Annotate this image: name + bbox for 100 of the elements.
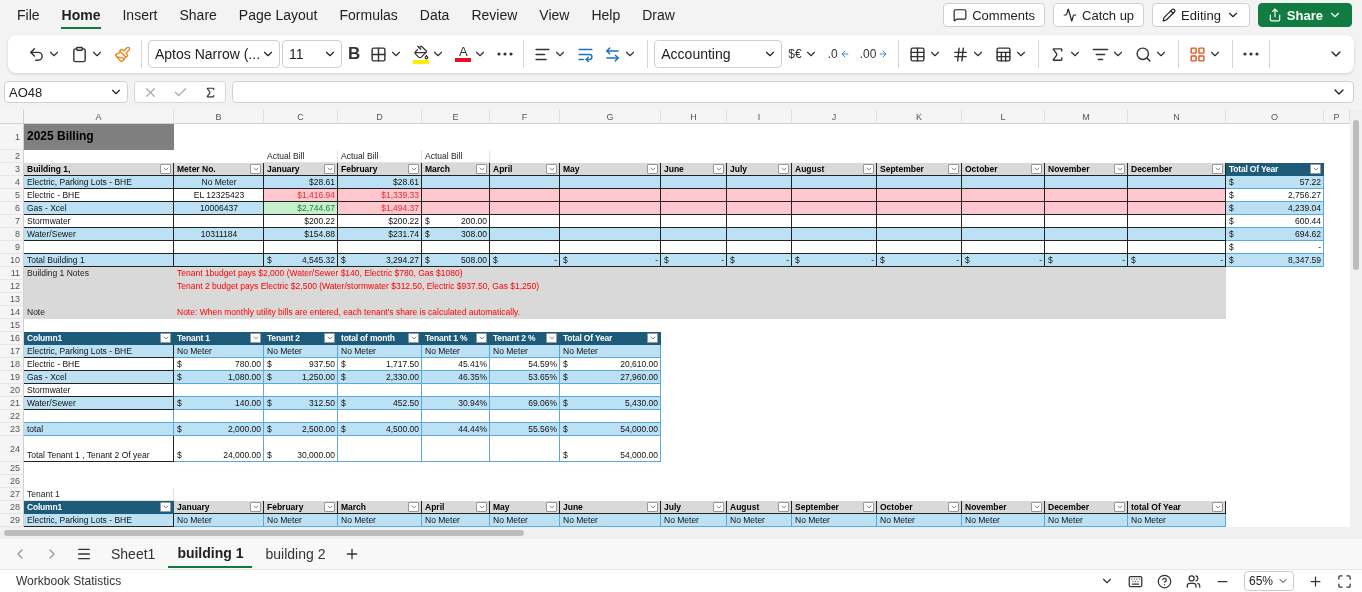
filter-button[interactable] <box>948 501 959 512</box>
row-number[interactable]: 17 <box>0 345 24 358</box>
filter-button[interactable] <box>476 501 487 512</box>
filter-button[interactable] <box>160 332 171 343</box>
filter-button[interactable] <box>408 501 419 512</box>
column-letter[interactable]: M <box>1045 110 1128 124</box>
bold-button[interactable]: B <box>344 40 365 68</box>
row-number[interactable]: 26 <box>0 475 24 488</box>
row-number[interactable]: 16 <box>0 332 24 345</box>
filter-button[interactable] <box>863 163 874 174</box>
column-letter[interactable]: B <box>174 110 264 124</box>
filter-button[interactable] <box>476 163 487 174</box>
share-button[interactable]: Share <box>1257 3 1352 27</box>
currency-button[interactable]: $€ <box>784 40 822 68</box>
column-letter[interactable]: L <box>962 110 1045 124</box>
column-letter[interactable]: I <box>727 110 792 124</box>
row-number[interactable]: 23 <box>0 423 24 436</box>
fullscreen-icon[interactable] <box>1337 573 1352 589</box>
formula-input[interactable] <box>232 81 1354 103</box>
column-letter[interactable]: J <box>792 110 877 124</box>
sheet-tab[interactable]: Sheet1 <box>102 540 165 568</box>
row-number[interactable]: 18 <box>0 358 24 371</box>
column-letter[interactable]: O <box>1226 110 1324 124</box>
row-number[interactable]: 4 <box>0 176 24 189</box>
filter-button[interactable] <box>250 332 261 343</box>
menu-tab[interactable]: File <box>8 3 49 27</box>
filter-button[interactable] <box>778 501 789 512</box>
menu-tab[interactable]: Home <box>52 3 110 27</box>
filter-button[interactable] <box>546 501 557 512</box>
filter-button[interactable] <box>160 501 171 512</box>
filter-button[interactable] <box>647 163 658 174</box>
row-number[interactable]: 5 <box>0 189 24 202</box>
filter-button[interactable] <box>324 501 335 512</box>
filter-button[interactable] <box>250 501 261 512</box>
people-icon[interactable] <box>1185 573 1201 589</box>
filter-button[interactable] <box>476 332 487 343</box>
menu-tab[interactable]: Insert <box>113 3 167 27</box>
menu-tab[interactable]: Help <box>582 3 630 27</box>
row-number[interactable]: 7 <box>0 215 24 228</box>
column-letter[interactable]: H <box>661 110 727 124</box>
menu-tab[interactable]: Draw <box>633 3 684 27</box>
number-format-select[interactable]: Accounting <box>654 40 783 68</box>
column-letter[interactable]: A <box>24 110 174 124</box>
row-number[interactable]: 9 <box>0 241 24 254</box>
row-number[interactable]: 25 <box>0 462 24 475</box>
row-number[interactable]: 10 <box>0 254 24 267</box>
filter-button[interactable] <box>1031 501 1042 512</box>
column-letter[interactable]: K <box>877 110 962 124</box>
filter-button[interactable] <box>1310 163 1321 174</box>
row-number[interactable]: 19 <box>0 371 24 384</box>
filter-button[interactable] <box>408 163 419 174</box>
column-letter[interactable]: D <box>338 110 422 124</box>
name-box[interactable]: AO48 <box>4 81 128 103</box>
row-number[interactable]: 8 <box>0 228 24 241</box>
filter-button[interactable] <box>324 332 335 343</box>
increase-decimal-button[interactable]: .00 <box>855 40 893 68</box>
menu-tab[interactable]: Data <box>410 3 459 27</box>
filter-button[interactable] <box>1114 163 1125 174</box>
column-letter[interactable]: P <box>1324 110 1350 124</box>
keyboard-icon[interactable] <box>1127 573 1143 589</box>
menu-tab[interactable]: View <box>530 3 579 27</box>
row-number[interactable]: 6 <box>0 202 24 215</box>
row-number[interactable]: 27 <box>0 488 24 501</box>
column-letter[interactable]: E <box>422 110 490 124</box>
row-number[interactable]: 28 <box>0 501 24 514</box>
filter-button[interactable] <box>1114 501 1125 512</box>
font-color-button[interactable]: A <box>451 40 492 68</box>
zoom-select[interactable]: 65% <box>1243 571 1294 591</box>
filter-button[interactable] <box>647 501 658 512</box>
filter-button[interactable] <box>1212 501 1223 512</box>
filter-button[interactable] <box>546 332 557 343</box>
filter-button[interactable] <box>324 163 335 174</box>
row-number[interactable]: 22 <box>0 410 24 423</box>
column-letter[interactable]: F <box>490 110 560 124</box>
row-number[interactable]: 11 <box>0 267 24 280</box>
zoom-in-icon[interactable] <box>1308 573 1323 589</box>
row-number[interactable]: 12 <box>0 280 24 293</box>
row-number[interactable]: 21 <box>0 397 24 410</box>
row-number[interactable]: 15 <box>0 319 24 332</box>
filter-button[interactable] <box>408 332 419 343</box>
filter-button[interactable] <box>948 163 959 174</box>
decrease-decimal-button[interactable]: .0 <box>823 40 854 68</box>
editing-button[interactable]: Editing <box>1152 3 1250 27</box>
menu-tab[interactable]: Page Layout <box>229 3 327 27</box>
font-select[interactable]: Aptos Narrow (... <box>148 40 280 68</box>
row-number[interactable]: 13 <box>0 293 24 306</box>
filter-button[interactable] <box>713 501 724 512</box>
row-number[interactable]: 29 <box>0 514 24 527</box>
filter-button[interactable] <box>863 501 874 512</box>
comments-button[interactable]: Comments <box>943 3 1046 27</box>
column-letter[interactable]: G <box>560 110 661 124</box>
row-number[interactable]: 1 <box>0 124 24 150</box>
menu-tab[interactable]: Formulas <box>330 3 407 27</box>
catchup-button[interactable]: Catch up <box>1053 3 1145 27</box>
help-icon[interactable] <box>1156 573 1172 589</box>
filter-button[interactable] <box>1031 163 1042 174</box>
filter-button[interactable] <box>250 163 261 174</box>
row-number[interactable]: 3 <box>0 163 24 176</box>
status-text[interactable]: Workbook Statistics <box>16 574 1086 588</box>
filter-button[interactable] <box>778 163 789 174</box>
